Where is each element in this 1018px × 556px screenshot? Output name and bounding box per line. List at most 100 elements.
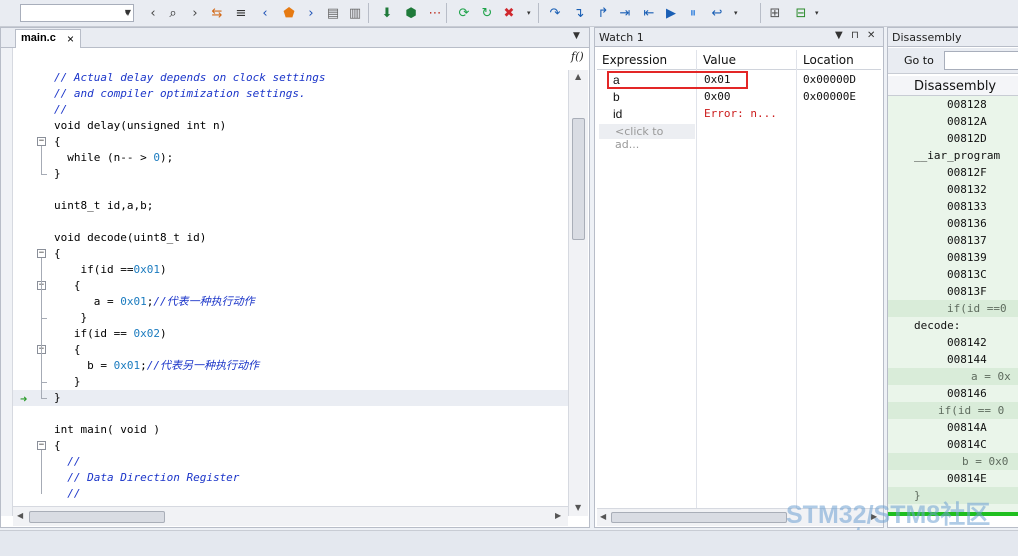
add-expression-cell[interactable]: <click to ad... <box>599 124 695 151</box>
code-line[interactable]: } <box>13 374 568 390</box>
editor-horizontal-scrollbar[interactable]: ◀ ▶ <box>13 506 568 526</box>
editor-hscroll-thumb[interactable] <box>29 511 165 523</box>
column-location[interactable]: Location <box>803 53 854 67</box>
watch-row[interactable]: id Error: n... <box>597 106 881 123</box>
disassembly-source-row[interactable]: b = 0x0 <box>888 453 1018 470</box>
page-prev-icon[interactable]: ▤ <box>324 4 342 22</box>
navigate-back-icon[interactable]: ‹ <box>256 4 274 22</box>
scroll-right-icon[interactable]: ▶ <box>555 511 561 520</box>
disassembly-address-row[interactable]: 008128 <box>888 96 1018 113</box>
page-next-icon[interactable]: ▥ <box>346 4 364 22</box>
search-icon[interactable]: ⌕ <box>164 4 182 22</box>
disassembly-address-row[interactable]: 008139 <box>888 249 1018 266</box>
watch-icon[interactable]: ⋯ <box>426 4 444 22</box>
code-line[interactable]: b = 0x01;//代表另一种执行动作 <box>13 358 568 374</box>
code-line[interactable]: // <box>13 102 568 118</box>
toolbar-overflow-icon[interactable]: ▾ <box>815 9 819 17</box>
code-line[interactable] <box>13 406 568 422</box>
disassembly-source-row[interactable]: a = 0x <box>888 368 1018 385</box>
code-line[interactable]: while (n-- > 0); <box>13 150 568 166</box>
code-line[interactable]: uint8_t id,a,b; <box>13 198 568 214</box>
disassembly-address-row[interactable]: 008146 <box>888 385 1018 402</box>
function-list-button[interactable]: f() <box>571 50 584 63</box>
code-line[interactable]: // Data Direction Register <box>13 470 568 486</box>
disassembly-source-row[interactable]: if(id == 0 <box>888 402 1018 419</box>
fold-toggle-icon[interactable]: − <box>37 249 46 258</box>
code-line[interactable] <box>13 182 568 198</box>
scroll-up-icon[interactable]: ▲ <box>575 72 581 81</box>
next-bookmark-icon[interactable]: ≡ <box>232 4 250 22</box>
disassembly-address-row[interactable]: 00814E <box>888 470 1018 487</box>
current-code-line[interactable]: } ➜ <box>13 390 568 406</box>
watch-menu-icon[interactable]: ▼ <box>835 30 843 41</box>
breakpoint-shield-icon[interactable]: ⬟ <box>280 4 298 22</box>
code-line[interactable]: // and compiler optimization settings. <box>13 86 568 102</box>
watch-hscroll-thumb[interactable] <box>611 512 787 523</box>
go-icon[interactable]: ▶ <box>662 4 680 22</box>
watch-row[interactable]: b 0x00 0x00000E <box>597 89 881 106</box>
fold-toggle-icon[interactable]: − <box>37 137 46 146</box>
tab-close-icon[interactable]: × <box>67 32 74 46</box>
column-expression[interactable]: Expression <box>602 53 667 67</box>
code-area[interactable]: // Actual delay depends on clock setting… <box>13 70 568 506</box>
options-icon[interactable]: ⊟ <box>792 4 810 22</box>
stop-icon[interactable]: ✖ <box>500 4 518 22</box>
tab-main-c[interactable]: main.c × <box>15 29 81 48</box>
code-line[interactable]: {− <box>13 246 568 262</box>
disassembly-address-row[interactable]: 00814A <box>888 419 1018 436</box>
fold-toggle-icon[interactable]: − <box>37 441 46 450</box>
code-line[interactable]: void decode(uint8_t id) <box>13 230 568 246</box>
toolbar-overflow-icon[interactable]: ▾ <box>734 9 738 17</box>
column-value[interactable]: Value <box>703 53 736 67</box>
toolbar-overflow-icon[interactable]: ▾ <box>527 9 531 17</box>
disassembly-header-label[interactable]: Disassembly <box>914 79 996 94</box>
layout-icon[interactable]: ⊞ <box>766 4 784 22</box>
disassembly-address-row[interactable]: 00812F <box>888 164 1018 181</box>
disassembly-address-row[interactable]: 008144 <box>888 351 1018 368</box>
scroll-down-icon[interactable]: ▼ <box>575 503 581 512</box>
code-line[interactable]: {− <box>13 438 568 454</box>
debug-shield-icon[interactable]: ⬢ <box>402 4 420 22</box>
step-into-icon[interactable]: ↴ <box>570 4 588 22</box>
code-line[interactable]: if(id == 0x02) <box>13 326 568 342</box>
tab-list-dropdown-icon[interactable]: ▼ <box>573 31 580 41</box>
code-line[interactable]: void delay(unsigned int n) <box>13 118 568 134</box>
disassembly-address-row[interactable]: 008133 <box>888 198 1018 215</box>
code-line[interactable]: if(id ==0x01) <box>13 262 568 278</box>
editor-vertical-scrollbar[interactable]: ▲ ▼ <box>568 70 588 516</box>
code-line[interactable] <box>13 214 568 230</box>
break-icon[interactable]: ⏸ <box>684 4 702 22</box>
disassembly-address-row[interactable]: 008132 <box>888 181 1018 198</box>
step-over-icon[interactable]: ↷ <box>546 4 564 22</box>
disassembly-address-row[interactable]: 00814C <box>888 436 1018 453</box>
find-combobox[interactable]: ▼ <box>20 4 134 22</box>
watch-close-icon[interactable]: ✕ <box>867 30 875 41</box>
code-line[interactable]: int main( void ) <box>13 422 568 438</box>
next-statement-icon[interactable]: ⇥ <box>616 4 634 22</box>
disassembly-source-row[interactable]: if(id ==0 <box>888 300 1018 317</box>
code-line[interactable]: // <box>13 454 568 470</box>
disassembly-address-row[interactable]: 00812D <box>888 130 1018 147</box>
disassembly-label-row[interactable]: __iar_program <box>888 147 1018 164</box>
reload-icon[interactable]: ↻ <box>478 4 496 22</box>
disassembly-label-row[interactable]: decode: <box>888 317 1018 334</box>
code-line[interactable]: } <box>13 310 568 326</box>
step-out-icon[interactable]: ↱ <box>594 4 612 22</box>
disassembly-address-row[interactable]: 008142 <box>888 334 1018 351</box>
goto-input[interactable] <box>944 51 1018 70</box>
toolbar-overflow-icon[interactable]: ▾ <box>125 9 129 17</box>
chevron-left-icon[interactable]: ‹ <box>144 4 162 22</box>
disassembly-listing[interactable]: 008128 00812A 00812D __iar_program 00812F 008… <box>888 96 1018 516</box>
code-line[interactable]: {− <box>13 342 568 358</box>
disassembly-address-row[interactable]: 00812A <box>888 113 1018 130</box>
navigate-forward-icon[interactable]: › <box>302 4 320 22</box>
code-line[interactable]: a = 0x01;//代表一种执行动作 <box>13 294 568 310</box>
watch-pin-icon[interactable]: ⊓ <box>851 30 859 41</box>
breakpoint-margin[interactable] <box>1 48 13 516</box>
reset-icon[interactable]: ↩ <box>708 4 726 22</box>
scroll-left-icon[interactable]: ◀ <box>600 512 606 521</box>
disassembly-address-row[interactable]: 00813F <box>888 283 1018 300</box>
code-line[interactable]: {− <box>13 134 568 150</box>
disassembly-address-row[interactable]: 008136 <box>888 215 1018 232</box>
toggle-bookmark-icon[interactable]: ⇆ <box>208 4 226 22</box>
